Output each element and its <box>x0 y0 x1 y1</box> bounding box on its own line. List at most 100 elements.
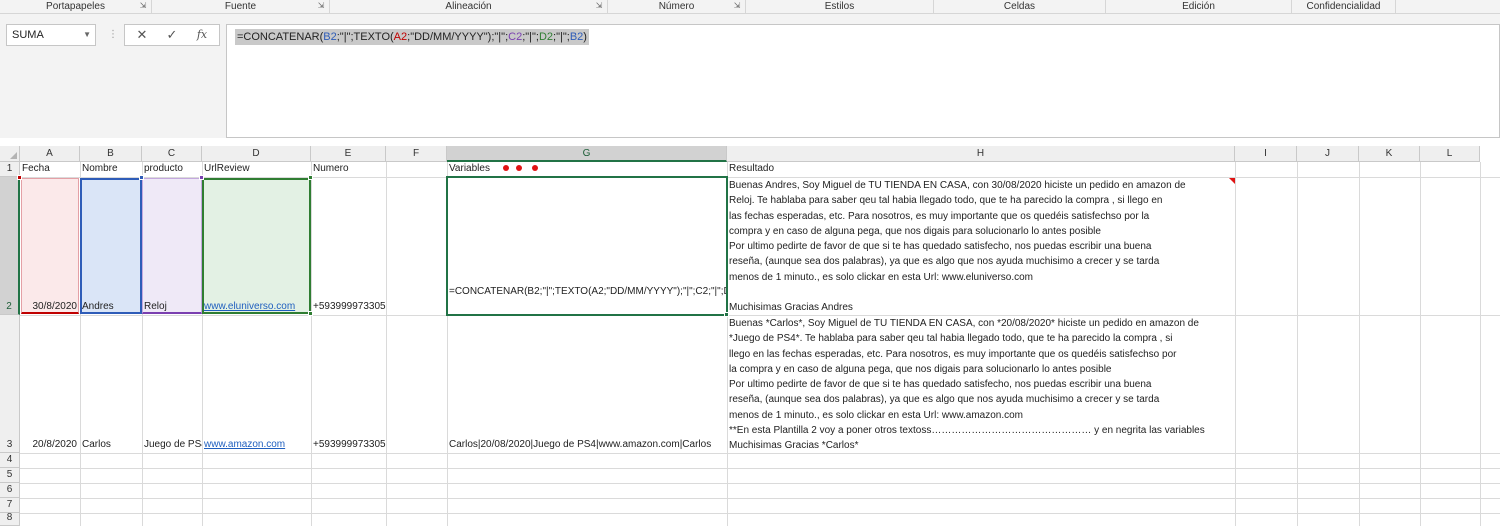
row-header-7[interactable]: 7 <box>0 498 20 513</box>
gridline <box>20 498 1500 499</box>
annotation-dot <box>532 165 538 171</box>
cell-b1[interactable]: Nombre <box>80 162 142 177</box>
text-line: *Juego de PS4*. Te hablaba para saber qe… <box>729 333 1173 345</box>
dialog-launcher-icon[interactable]: ⇲ <box>139 2 147 10</box>
row-header-6[interactable]: 6 <box>0 483 20 498</box>
column-header-i[interactable]: I <box>1235 146 1297 162</box>
cell-e1[interactable]: Numero <box>311 162 386 177</box>
cell-c1[interactable]: producto <box>142 162 202 177</box>
dialog-launcher-icon[interactable]: ⇲ <box>595 2 603 10</box>
chevron-down-icon[interactable]: ▼ <box>83 25 91 45</box>
cell-b3[interactable]: Carlos <box>80 438 142 452</box>
cell-d3-link[interactable]: www.amazon.com <box>202 438 311 452</box>
enter-icon[interactable]: ✓ <box>159 25 185 45</box>
formula-part: ;"|";TEXTO( <box>336 31 394 43</box>
gridline <box>20 513 1500 514</box>
dialog-launcher-icon[interactable]: ⇲ <box>733 2 741 10</box>
formula-part: ;"|"; <box>553 31 570 43</box>
column-header-e[interactable]: E <box>311 146 386 162</box>
select-all-button[interactable] <box>0 146 20 162</box>
cell-h3[interactable]: Buenas *Carlos*, Soy Miguel de TU TIENDA… <box>727 316 1235 453</box>
text-line: Buenas *Carlos*, Soy Miguel de TU TIENDA… <box>729 318 1199 329</box>
cell-b2[interactable]: Andres <box>80 300 142 314</box>
column-header-f[interactable]: F <box>386 146 447 162</box>
text-line: compra y en caso de alguna pega, que nos… <box>729 225 1101 237</box>
formula-part: ;"DD/MM/YYYY");"|"; <box>407 31 509 43</box>
cancel-icon[interactable]: ✕ <box>129 25 155 45</box>
formula-ref-b2: B2 <box>323 31 337 43</box>
cell-d2-link[interactable]: www.eluniverso.com <box>202 300 311 314</box>
text-line: Muchisimas Gracias *Carlos* <box>729 440 859 452</box>
gridline <box>1235 162 1236 526</box>
ribbon-group-label: Número <box>658 1 695 12</box>
column-header-g[interactable]: G <box>447 146 727 162</box>
text-line: las fechas esperadas, etc. Para nosotros… <box>729 210 1150 222</box>
column-header-k[interactable]: K <box>1359 146 1420 162</box>
ribbon-group-label: Estilos <box>824 1 855 12</box>
cell-d1[interactable]: UrlReview <box>202 162 311 177</box>
gridline <box>1297 162 1298 526</box>
ref-highlight-c2 <box>142 178 202 314</box>
row-header-5[interactable]: 5 <box>0 468 20 483</box>
row-number: 6 <box>6 484 13 495</box>
cell-c3[interactable]: Juego de PS4 <box>142 438 202 452</box>
ref-highlight-a2 <box>21 178 79 314</box>
cell-a1[interactable]: Fecha <box>20 162 80 177</box>
ribbon-group-font[interactable]: Fuente ⇲ <box>152 0 330 14</box>
row-header-4[interactable]: 4 <box>0 453 20 468</box>
insert-function-icon[interactable]: fx <box>189 25 215 45</box>
cell-e2[interactable]: +593999973305 <box>311 300 386 314</box>
cell-g3[interactable]: Carlos|20/08/2020|Juego de PS4|www.amazo… <box>447 438 727 452</box>
comment-indicator-icon[interactable] <box>1229 178 1235 184</box>
ribbon-group-alignment[interactable]: Alineación ⇲ <box>330 0 608 14</box>
row-header-2[interactable]: 2 <box>0 177 20 315</box>
column-header-j[interactable]: J <box>1297 146 1359 162</box>
formula-part: =CONCATENAR( <box>237 31 324 43</box>
cell-e3[interactable]: +593999973305 <box>311 438 386 452</box>
formula-input[interactable]: =CONCATENAR(B2;"|";TEXTO(A2;"DD/MM/YYYY"… <box>226 24 1500 138</box>
splitter-handle[interactable]: ⋮ <box>108 28 118 42</box>
column-header-a[interactable]: A <box>20 146 80 162</box>
column-header-l[interactable]: L <box>1420 146 1480 162</box>
cell-h2[interactable]: Buenas Andres, Soy Miguel de TU TIENDA E… <box>727 178 1235 315</box>
formula-part: ) <box>583 31 587 43</box>
ribbon-group-clipboard[interactable]: Portapapeles ⇲ <box>0 0 152 14</box>
ribbon-group-label: Edición <box>1182 1 1215 12</box>
ribbon-group-number[interactable]: Número ⇲ <box>608 0 746 14</box>
ribbon-group-label: Celdas <box>1003 1 1036 12</box>
cell-g1[interactable]: Variables <box>447 162 507 177</box>
ribbon-group-label: Portapapeles <box>46 1 105 12</box>
worksheet-grid[interactable]: A B C D E F G H I J K L 1 2 3 4 5 6 7 8 … <box>0 138 1500 526</box>
formula-ref-a2: A2 <box>393 31 408 43</box>
row-number: 3 <box>6 439 13 450</box>
gridline <box>20 468 1500 469</box>
ribbon-group-label: Alineación <box>445 1 492 12</box>
row-header-8[interactable]: 8 <box>0 512 20 526</box>
column-header-d[interactable]: D <box>202 146 311 162</box>
cell-h1[interactable]: Resultado <box>727 162 927 177</box>
row-number: 1 <box>6 163 13 174</box>
ref-highlight-b2 <box>80 178 142 314</box>
cell-a3[interactable]: 20/8/2020 <box>20 438 80 452</box>
text-line: Muchisimas Gracias Andres <box>729 302 853 314</box>
select-all-triangle-icon <box>10 152 17 159</box>
cell-a2[interactable]: 30/8/2020 <box>20 300 80 314</box>
text-line: menos de 1 minuto., es solo clickar en e… <box>729 271 1034 283</box>
column-header-h[interactable]: H <box>727 146 1235 162</box>
column-header-b[interactable]: B <box>80 146 142 162</box>
column-header-c[interactable]: C <box>142 146 202 162</box>
text-line: Reloj. Te hablaba para saber qeu tal hab… <box>729 195 1163 207</box>
row-header-3[interactable]: 3 <box>0 315 20 453</box>
dialog-launcher-icon[interactable]: ⇲ <box>317 2 325 10</box>
cell-c2[interactable]: Reloj <box>142 300 202 314</box>
row-number: 5 <box>6 469 13 480</box>
text-line: Por ultimo pedirte de favor de que si te… <box>729 241 1152 253</box>
formula-ref-c2: C2 <box>508 31 523 43</box>
name-box-value: SUMA <box>12 29 44 41</box>
text-line: la compra y en caso de alguna pega, que … <box>729 363 1112 375</box>
formula-ref-b2: B2 <box>569 31 584 43</box>
formula-buttons: ✕ ✓ fx <box>124 24 220 46</box>
text-line: reseña, (aunque sea dos palabras), ya qu… <box>729 256 1160 268</box>
text-line: **En esta Plantilla 2 voy a poner otros … <box>729 425 1205 437</box>
name-box[interactable]: SUMA ▼ <box>6 24 96 46</box>
